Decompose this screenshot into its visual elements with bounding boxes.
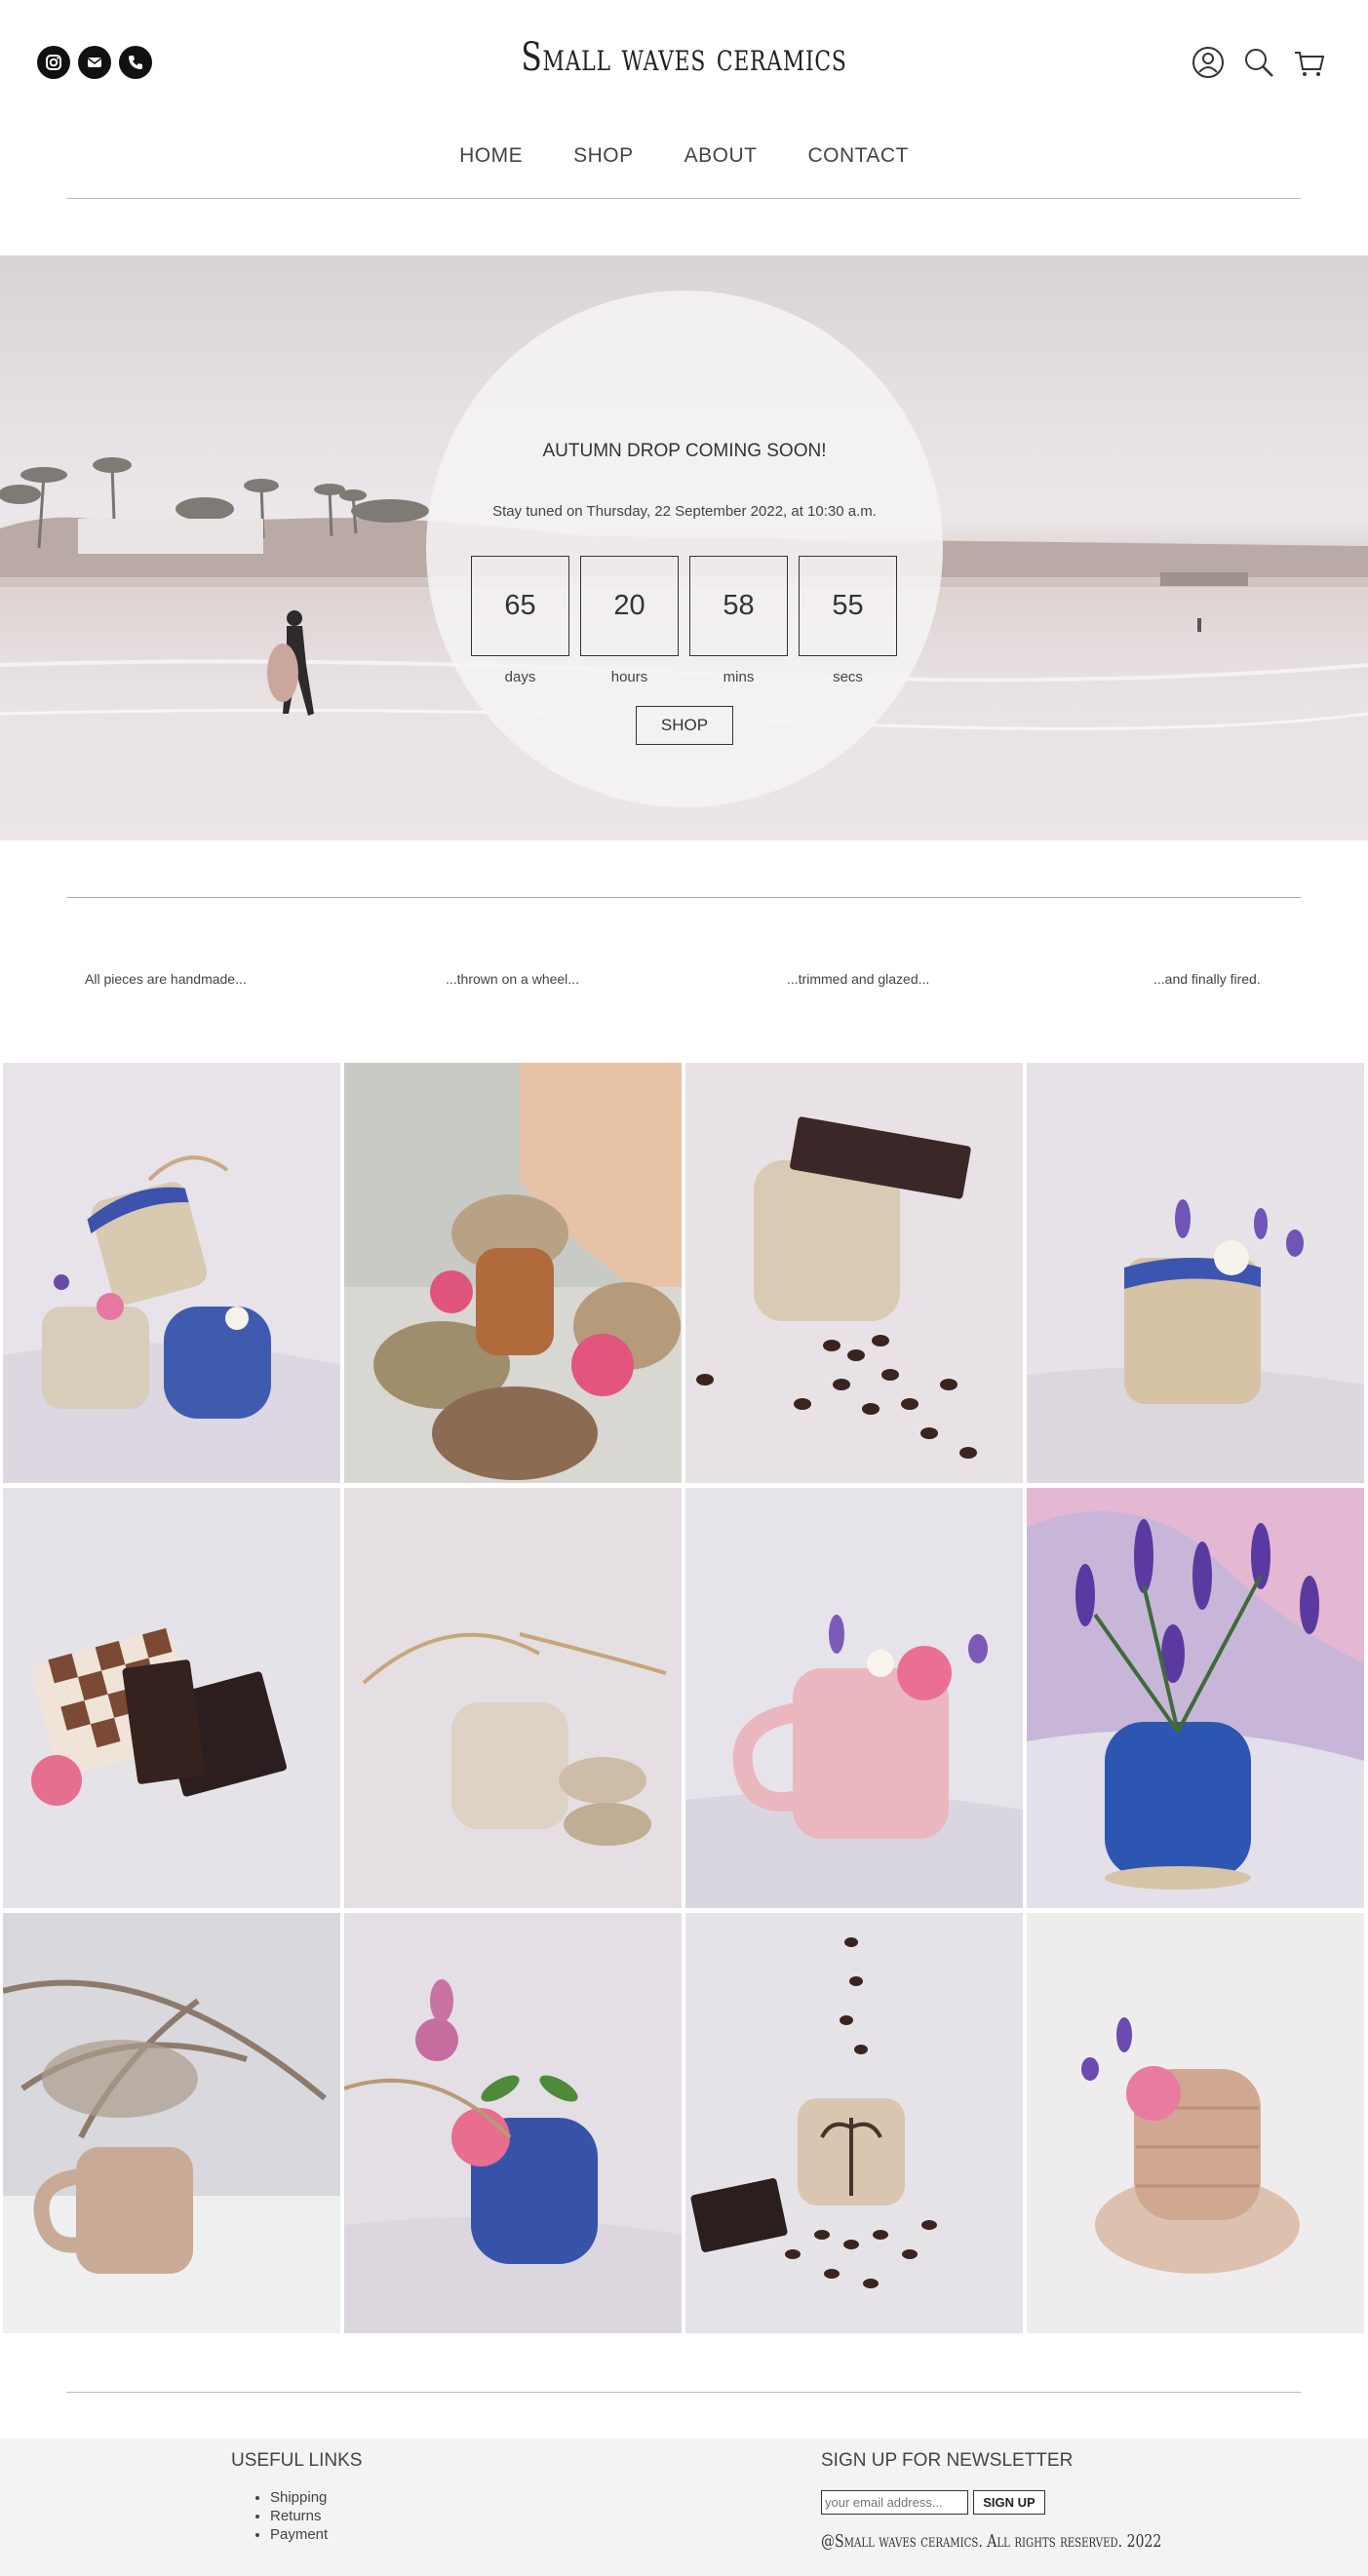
countdown-days: 65 bbox=[471, 556, 569, 656]
social-links bbox=[37, 46, 152, 79]
terracotta-cup-image bbox=[344, 1063, 682, 1483]
gallery-item[interactable] bbox=[685, 1913, 1023, 2333]
useful-links-title: USEFUL LINKS bbox=[231, 2450, 363, 2471]
nav-home[interactable]: HOME bbox=[434, 144, 548, 168]
gallery-item[interactable] bbox=[344, 1913, 682, 2333]
header-divider bbox=[66, 198, 1301, 199]
main-nav: HOME SHOP ABOUT CONTACT bbox=[0, 144, 1368, 168]
nude-mug-pampas-image bbox=[3, 1913, 340, 2333]
footer-link-returns[interactable]: Returns bbox=[270, 2507, 328, 2525]
header-tools bbox=[1191, 45, 1327, 80]
useful-links-list: Shipping Returns Payment bbox=[270, 2488, 328, 2544]
brand-logo[interactable]: Small waves ceramics bbox=[150, 35, 1217, 80]
step-handmade: All pieces are handmade... bbox=[85, 971, 247, 987]
cart-icon[interactable] bbox=[1292, 45, 1327, 80]
footer-link-payment[interactable]: Payment bbox=[270, 2525, 328, 2544]
gallery-item[interactable] bbox=[1027, 1913, 1364, 2333]
palm-mug-coffee-image bbox=[685, 1913, 1023, 2333]
gallery-item[interactable] bbox=[1027, 1488, 1364, 1908]
footer-divider bbox=[66, 2392, 1301, 2393]
gallery-item[interactable] bbox=[685, 1488, 1023, 1908]
newsletter-title: SIGN UP FOR NEWSLETTER bbox=[821, 2450, 1074, 2471]
gallery-item[interactable] bbox=[1027, 1063, 1364, 1483]
step-glazed: ...trimmed and glazed... bbox=[787, 971, 930, 987]
nav-shop[interactable]: SHOP bbox=[548, 144, 659, 168]
gallery-item[interactable] bbox=[344, 1488, 682, 1908]
nav-about[interactable]: ABOUT bbox=[659, 144, 783, 168]
countdown-secs-label: secs bbox=[833, 669, 863, 685]
hero-shop-button[interactable]: SHOP bbox=[636, 706, 733, 745]
gallery-item[interactable] bbox=[3, 1488, 340, 1908]
countdown-mins-label: mins bbox=[723, 669, 755, 685]
site-footer bbox=[0, 2439, 1368, 2576]
newsletter-email-input[interactable] bbox=[821, 2490, 968, 2515]
checkered-cup-image bbox=[3, 1488, 340, 1908]
drip-cup-flowers-image bbox=[1027, 1063, 1364, 1483]
countdown-days-label: days bbox=[504, 669, 536, 685]
newsletter-signup-button[interactable]: SIGN UP bbox=[973, 2490, 1045, 2515]
pink-mug-image bbox=[685, 1488, 1023, 1908]
product-gallery bbox=[3, 1063, 1365, 2333]
copyright-text: @Small waves ceramics. All rights reserv… bbox=[821, 2531, 1162, 2552]
gallery-item[interactable] bbox=[3, 1063, 340, 1483]
blue-drip-cups-image bbox=[3, 1063, 340, 1483]
countdown-hours-label: hours bbox=[610, 669, 648, 685]
gallery-item[interactable] bbox=[685, 1063, 1023, 1483]
instagram-icon[interactable] bbox=[37, 46, 70, 79]
textured-cup-stones-image bbox=[344, 1488, 682, 1908]
gallery-item[interactable] bbox=[344, 1063, 682, 1483]
hero-title: AUTUMN DROP COMING SOON! bbox=[542, 441, 827, 461]
gallery-item[interactable] bbox=[3, 1913, 340, 2333]
blue-vase-roses-image bbox=[344, 1913, 682, 2333]
section-divider bbox=[66, 897, 1301, 898]
footer-link-shipping[interactable]: Shipping bbox=[270, 2488, 328, 2507]
hero-subtitle: Stay tuned on Thursday, 22 September 202… bbox=[492, 503, 877, 520]
site-header: Small waves ceramics HOME SHOP ABOUT CON… bbox=[0, 0, 1368, 205]
account-icon[interactable] bbox=[1191, 45, 1226, 80]
step-fired: ...and finally fired. bbox=[1153, 971, 1261, 987]
countdown-hours: 20 bbox=[580, 556, 679, 656]
search-icon[interactable] bbox=[1241, 45, 1276, 80]
phone-icon[interactable] bbox=[119, 46, 152, 79]
textured-cup-chocolate-image bbox=[685, 1063, 1023, 1483]
blue-vase-lavender-image bbox=[1027, 1488, 1364, 1908]
step-thrown: ...thrown on a wheel... bbox=[446, 971, 579, 987]
countdown-secs: 55 bbox=[799, 556, 897, 656]
countdown-mins: 58 bbox=[689, 556, 788, 656]
ribbed-cup-shell-image bbox=[1027, 1913, 1364, 2333]
hero-banner: AUTUMN DROP COMING SOON! Stay tuned on T… bbox=[0, 255, 1368, 840]
nav-contact[interactable]: CONTACT bbox=[782, 144, 933, 168]
mail-icon[interactable] bbox=[78, 46, 111, 79]
